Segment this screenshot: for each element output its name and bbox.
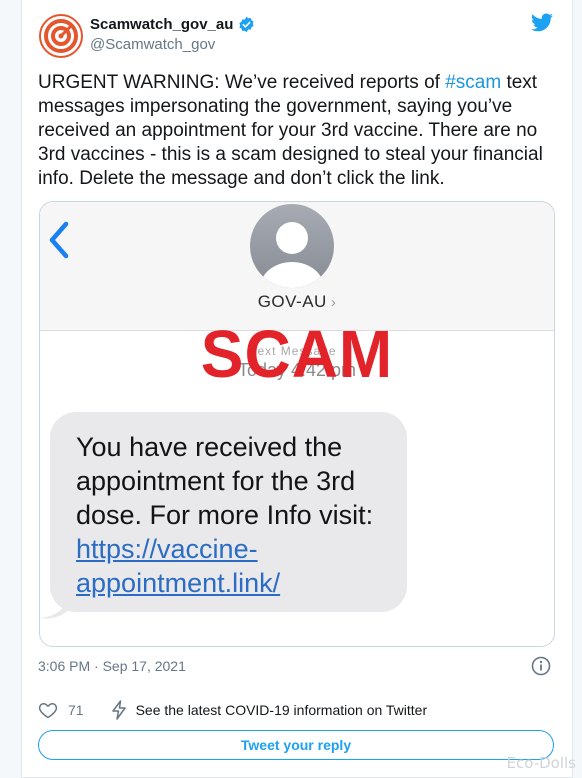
target-logo-icon [39, 14, 83, 58]
display-name-text: Scamwatch_gov_au [90, 16, 234, 33]
contact-name-text: GOV-AU [257, 292, 327, 311]
tweet-media-image[interactable]: GOV-AU › ext Message Today 4:42 pm SCAM Y… [39, 201, 555, 647]
verified-badge-icon [239, 16, 254, 33]
like-count: 71 [68, 702, 84, 718]
watermark: Eco-Dolls [506, 754, 576, 772]
tweet-actions: 71 See the latest COVID-19 information o… [38, 699, 427, 721]
tweet-your-reply-button[interactable]: Tweet your reply [38, 730, 554, 760]
contact-chevron: › [330, 294, 337, 311]
sms-message-bubble: You have received the appointment for th… [50, 412, 407, 612]
chevron-left-icon [49, 221, 69, 259]
lightning-bolt-icon [111, 700, 126, 720]
hashtag-link[interactable]: #scam [445, 72, 501, 93]
user-handle[interactable]: @Scamwatch_gov [90, 36, 215, 53]
person-avatar-icon [250, 204, 334, 288]
tweet-timestamp[interactable]: 3:06 PM · Sep 17, 2021 [38, 658, 186, 674]
sms-scam-link[interactable]: https://vaccine-appointment.link/ [76, 532, 389, 600]
scamwatch-logo-avatar[interactable] [39, 14, 83, 58]
covid-info-link[interactable]: See the latest COVID-19 information on T… [136, 702, 428, 718]
sms-message-text: You have received the appointment for th… [76, 432, 374, 530]
tweet-card: Scamwatch_gov_au @Scamwatch_gov URGENT W… [21, 0, 573, 778]
twitter-bird-icon[interactable] [530, 11, 554, 35]
tweet-text-before: URGENT WARNING: We’ve received reports o… [38, 72, 446, 93]
display-name[interactable]: Scamwatch_gov_au [90, 16, 255, 33]
scam-stamp: SCAM [200, 316, 394, 392]
sms-conversation-header: GOV-AU › [40, 202, 554, 331]
contact-name: GOV-AU › [40, 292, 554, 312]
heart-icon[interactable] [38, 700, 58, 720]
info-icon-svg [531, 656, 551, 676]
info-icon[interactable] [531, 656, 551, 676]
twitter-bird-svg [531, 13, 553, 32]
tweet-text: URGENT WARNING: We’ve received reports o… [38, 71, 553, 191]
